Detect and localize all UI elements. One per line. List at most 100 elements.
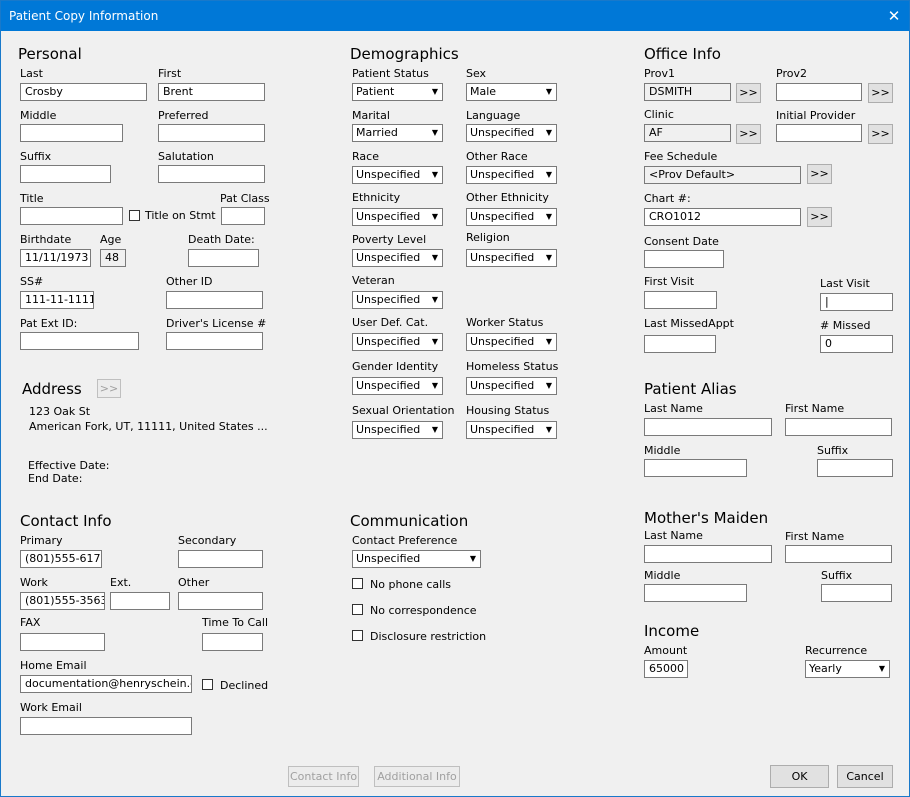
homeless-status-select[interactable]: Unspecified ▼ [466,377,557,395]
primary-phone-input[interactable]: (801)555-6177 [20,550,102,568]
prov2-more-button[interactable]: >> [868,83,893,103]
end-date-label: End Date: [28,472,83,485]
maiden-first-name-input[interactable] [785,545,892,563]
clinic-more-button[interactable]: >> [736,124,761,144]
other-phone-input[interactable] [178,592,263,610]
ext-input[interactable] [110,592,170,610]
initial-provider-more-button[interactable]: >> [868,124,893,144]
other-race-select[interactable]: Unspecified ▼ [466,166,557,184]
alias-middle-label: Middle [644,444,681,457]
first-name-input[interactable]: Brent [158,83,265,101]
time-to-call-label: Time To Call [202,616,269,629]
middle-name-input[interactable] [20,124,123,142]
contact-info-button[interactable]: Contact Info [288,766,359,787]
no-phone-calls-checkbox[interactable] [352,578,363,589]
alias-suffix-input[interactable] [817,459,893,477]
homeless-status-value: Unspecified [470,379,535,392]
income-amount-input[interactable]: 65000 [644,660,688,678]
last-visit-input[interactable]: | [820,293,893,311]
gender-identity-label: Gender Identity [352,360,439,373]
pat-class-input[interactable] [221,207,265,225]
no-correspondence-checkbox[interactable] [352,604,363,615]
worker-status-label: Worker Status [466,316,544,329]
preferred-name-label: Preferred [158,109,209,122]
race-select[interactable]: Unspecified ▼ [352,166,443,184]
alias-first-name-input[interactable] [785,418,892,436]
pat-ext-id-input[interactable] [20,332,139,350]
housing-status-label: Housing Status [466,404,550,417]
patient-status-select[interactable]: Patient ▼ [352,83,443,101]
effective-date-label: Effective Date: [28,459,110,472]
ethnicity-select[interactable]: Unspecified ▼ [352,208,443,226]
poverty-level-select[interactable]: Unspecified ▼ [352,249,443,267]
user-def-cat-label: User Def. Cat. [352,316,429,329]
religion-select[interactable]: Unspecified ▼ [466,249,557,267]
first-visit-input[interactable] [644,291,717,309]
ssn-input[interactable]: 111-11-1111 [20,291,94,309]
dropdown-arrow-icon: ▼ [431,170,439,179]
income-amount-label: Amount [644,644,688,657]
housing-status-select[interactable]: Unspecified ▼ [466,421,557,439]
ok-button[interactable]: OK [770,765,829,788]
prov1-input[interactable]: DSMITH [644,83,731,101]
ethnicity-value: Unspecified [356,210,421,223]
home-email-input[interactable]: documentation@henryschein.cc [20,675,192,693]
sex-select[interactable]: Male ▼ [466,83,557,101]
fax-input[interactable] [20,633,105,651]
veteran-select[interactable]: Unspecified ▼ [352,291,443,309]
missed-count-input[interactable]: 0 [820,335,893,353]
alias-last-name-label: Last Name [644,402,703,415]
contact-preference-select[interactable]: Unspecified ▼ [352,550,481,568]
consent-date-input[interactable] [644,250,724,268]
maiden-last-name-input[interactable] [644,545,772,563]
prov1-more-button[interactable]: >> [736,83,761,103]
initial-provider-input[interactable] [776,124,862,142]
dropdown-arrow-icon: ▼ [431,253,439,262]
clinic-input[interactable]: AF [644,124,731,142]
work-phone-input[interactable]: (801)555-3563 [20,592,105,610]
disclosure-restriction-checkbox[interactable] [352,630,363,641]
other-ethnicity-select[interactable]: Unspecified ▼ [466,208,557,226]
sexual-orientation-select[interactable]: Unspecified ▼ [352,421,443,439]
alias-last-name-input[interactable] [644,418,772,436]
cancel-button[interactable]: Cancel [837,765,893,788]
maiden-middle-input[interactable] [644,584,747,602]
worker-status-select[interactable]: Unspecified ▼ [466,333,557,351]
recurrence-select[interactable]: Yearly ▼ [805,660,890,678]
suffix-input[interactable] [20,165,111,183]
additional-info-button[interactable]: Additional Info [374,766,460,787]
drivers-license-input[interactable] [166,332,263,350]
language-select[interactable]: Unspecified ▼ [466,124,557,142]
title-input[interactable] [20,207,123,225]
pat-class-label: Pat Class [220,192,270,205]
user-def-cat-select[interactable]: Unspecified ▼ [352,333,443,351]
close-icon[interactable]: ✕ [883,5,905,27]
secondary-phone-input[interactable] [178,550,263,568]
marital-select[interactable]: Married ▼ [352,124,443,142]
gender-identity-select[interactable]: Unspecified ▼ [352,377,443,395]
dropdown-arrow-icon: ▼ [545,253,553,262]
alias-middle-input[interactable] [644,459,747,477]
preferred-name-input[interactable] [158,124,265,142]
patient-status-value: Patient [356,85,395,98]
last-missed-appt-input[interactable] [644,335,716,353]
fee-schedule-more-button[interactable]: >> [807,164,832,184]
title-on-stmt-checkbox[interactable] [129,210,140,221]
time-to-call-input[interactable] [202,633,263,651]
birthdate-input[interactable]: 11/11/1973 [20,249,91,267]
work-email-input[interactable] [20,717,192,735]
chart-number-input[interactable]: CRO1012 [644,208,801,226]
maiden-suffix-input[interactable] [821,584,892,602]
fee-schedule-input[interactable]: <Prov Default> [644,166,801,184]
salutation-input[interactable] [158,165,265,183]
death-date-input[interactable] [188,249,259,267]
first-visit-label: First Visit [644,275,695,288]
last-name-input[interactable]: Crosby [20,83,147,101]
dropdown-arrow-icon: ▼ [431,381,439,390]
dropdown-arrow-icon: ▼ [545,337,553,346]
address-more-button[interactable]: >> [97,379,121,398]
other-id-input[interactable] [166,291,263,309]
declined-checkbox[interactable] [202,679,213,690]
chart-number-more-button[interactable]: >> [807,207,832,227]
prov2-input[interactable] [776,83,862,101]
